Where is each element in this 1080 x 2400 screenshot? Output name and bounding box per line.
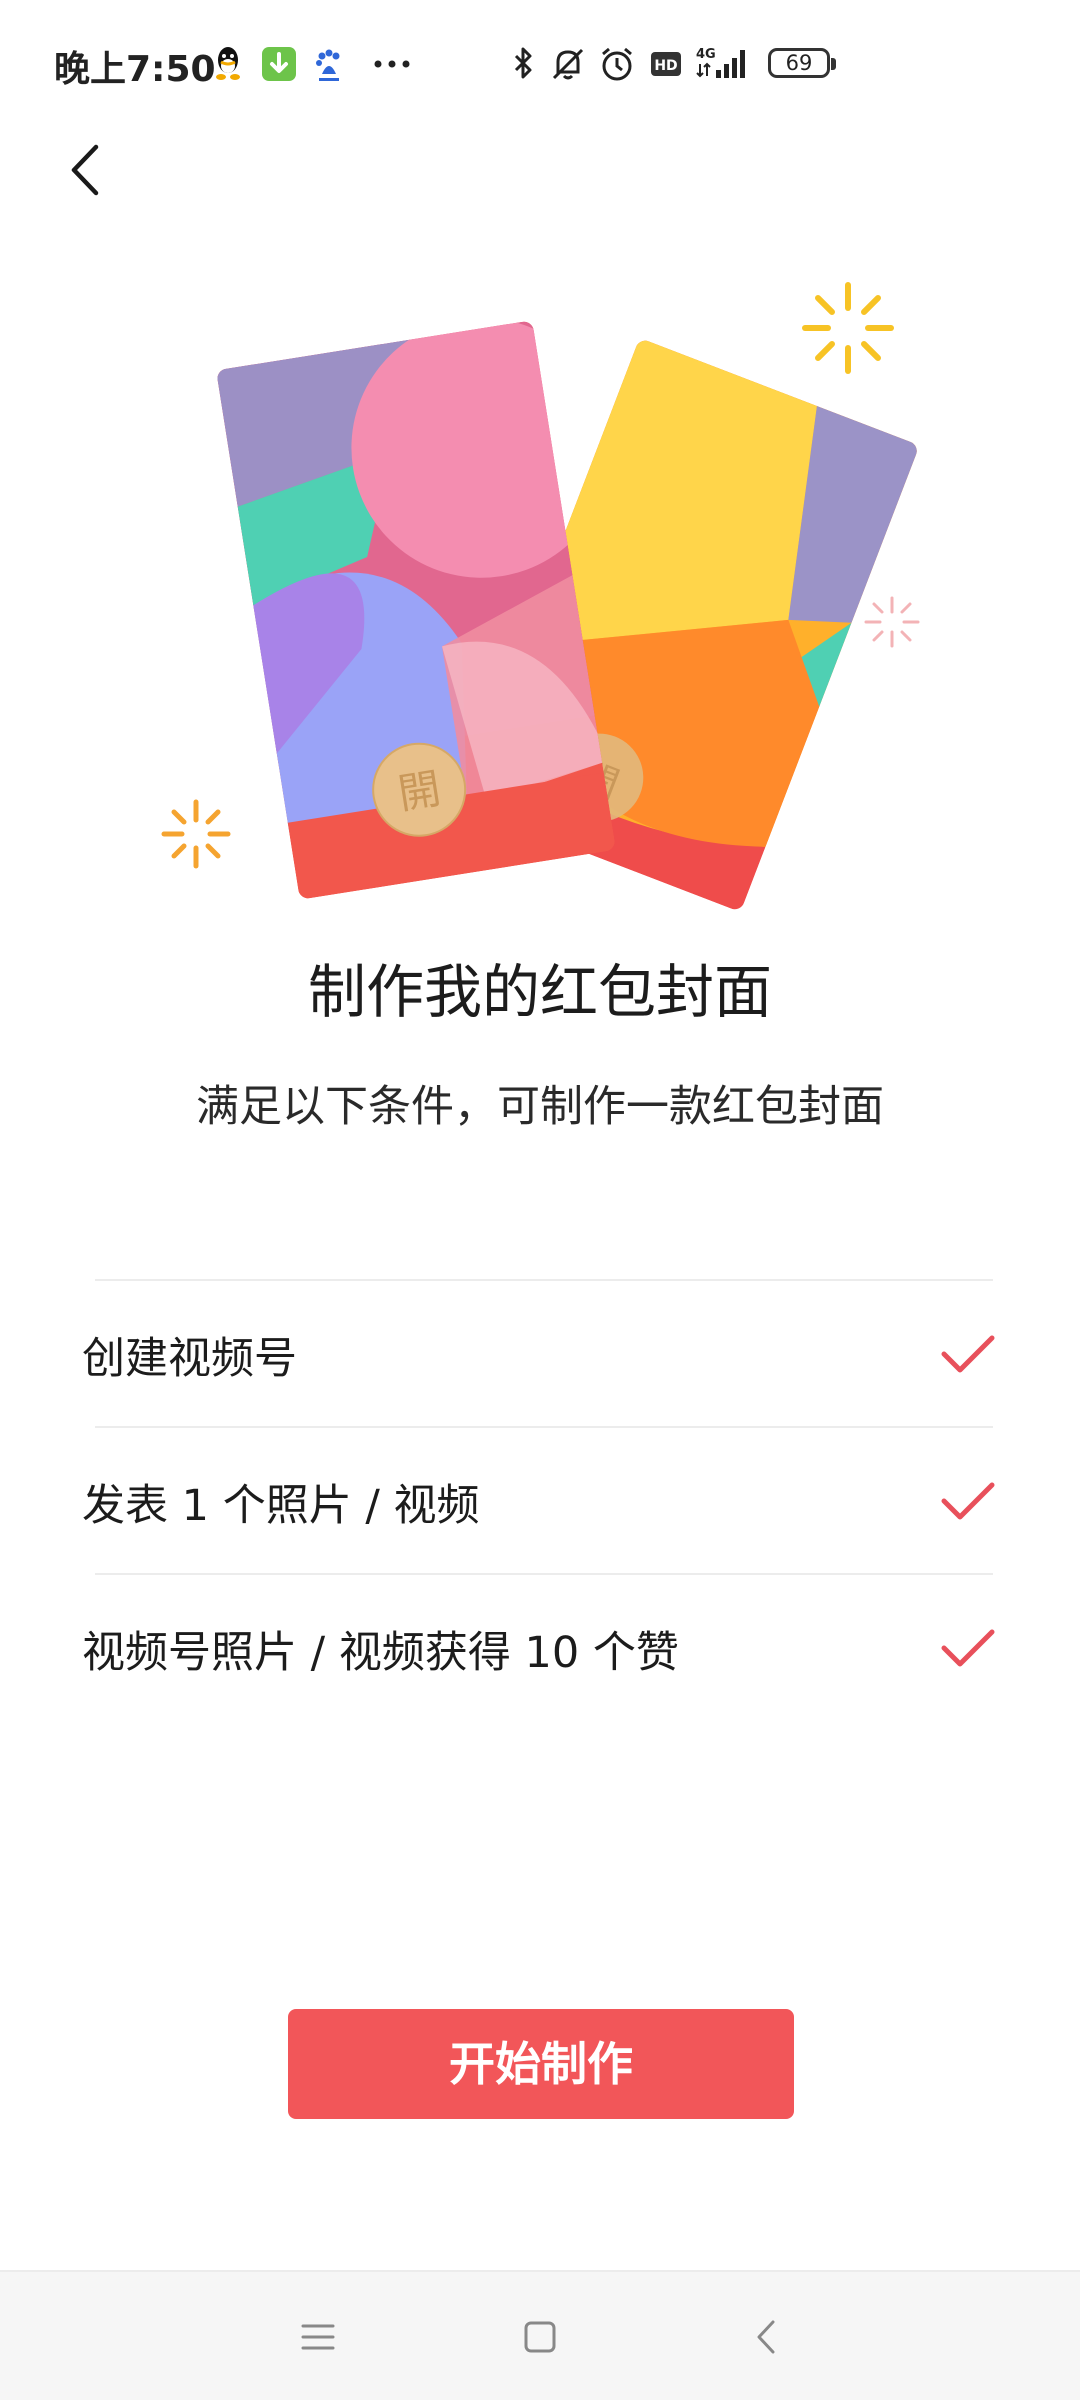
checkmark-icon: [941, 1482, 995, 1520]
system-nav-bar: [0, 2270, 1080, 2400]
page: 晚上7:50 HD 4G 69 開 制作我的红包封面 满足以下条件，可制作一款红…: [0, 0, 1080, 2400]
page-title: 制作我的红包封面: [307, 958, 772, 1026]
requirement-item-create-channel: 创建视频号: [0, 1280, 1080, 1426]
start-create-button[interactable]: 开始制作: [288, 2009, 794, 2119]
checkmark-icon: [941, 1335, 995, 1373]
requirement-label: 创建视频号: [82, 1334, 297, 1384]
qq-icon: [216, 47, 240, 80]
red-envelope-illustration: 開 開: [161, 282, 920, 913]
sparkle-orange-small: [161, 799, 231, 869]
status-time: 晚上7:50: [54, 49, 216, 90]
mute-icon: [552, 48, 584, 80]
download-icon: [262, 47, 296, 81]
sparkle-yellow-large: [802, 282, 894, 374]
requirement-item-likes: 视频号照片 / 视频获得 10 个赞: [0, 1574, 1080, 1720]
seal-text-left: 開: [395, 764, 444, 819]
network-type: 4G: [696, 47, 716, 62]
home-square-icon[interactable]: [515, 2312, 565, 2362]
sparkle-pink-faint: [864, 596, 920, 648]
baidu-icon: [316, 49, 340, 81]
more-dots-icon: [374, 60, 410, 68]
bluetooth-icon: [514, 47, 532, 79]
requirement-label: 发表 1 个照片 / 视频: [82, 1481, 480, 1531]
back-triangle-icon[interactable]: [743, 2312, 793, 2362]
hd-icon: HD: [651, 52, 681, 76]
battery-icon: 69: [768, 48, 836, 78]
checkmark-icon: [941, 1629, 995, 1667]
requirement-label: 视频号照片 / 视频获得 10 个赞: [82, 1628, 679, 1678]
back-button[interactable]: [56, 135, 116, 205]
requirement-item-publish: 发表 1 个照片 / 视频: [0, 1427, 1080, 1573]
page-subtitle: 满足以下条件，可制作一款红包封面: [196, 1082, 884, 1132]
alarm-icon: [602, 47, 632, 81]
chevron-left-icon: [71, 144, 99, 196]
signal-4g-icon: 4G: [696, 47, 745, 78]
status-bar: 晚上7:50 HD 4G 69: [0, 0, 1080, 128]
menu-icon[interactable]: [293, 2312, 343, 2362]
hd-text: HD: [654, 58, 677, 74]
